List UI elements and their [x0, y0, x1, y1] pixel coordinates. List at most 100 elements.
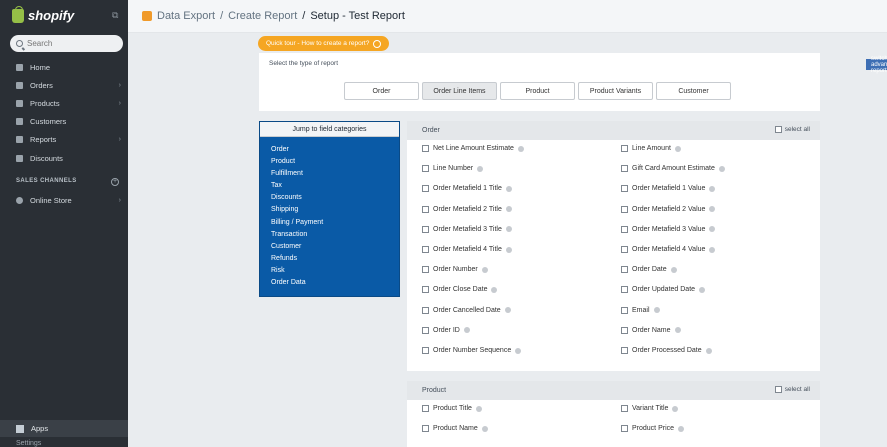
info-icon[interactable] [699, 286, 706, 293]
jump-link-shipping[interactable]: Shipping [271, 204, 399, 216]
field-product-name[interactable]: Product Name [422, 425, 488, 433]
field-variant-title[interactable]: Variant Title [621, 405, 679, 412]
quick-tour-button[interactable]: Quick tour - How to create a report? [258, 36, 390, 51]
jump-link-customer[interactable]: Customer [271, 241, 399, 253]
sidebar-item-orders[interactable]: Orders › [0, 77, 128, 93]
jump-link-order[interactable]: Order [271, 144, 399, 156]
jump-link-order-data[interactable]: Order Data [271, 277, 399, 289]
info-icon[interactable] [653, 307, 660, 314]
info-icon[interactable] [709, 226, 716, 233]
breadcrumb-app[interactable]: Data Export [157, 10, 215, 22]
field-order-metafield-4-value[interactable]: Order Metafield 4 Value [621, 246, 716, 253]
info-icon[interactable] [672, 405, 679, 412]
field-order-metafield-1-value[interactable]: Order Metafield 1 Value [621, 185, 716, 193]
field-checkbox[interactable] [422, 286, 429, 294]
field-checkbox[interactable] [621, 205, 628, 213]
external-link-icon[interactable]: ⧉ [112, 10, 118, 21]
field-checkbox[interactable] [621, 326, 628, 334]
jump-link-discounts[interactable]: Discounts [271, 192, 399, 204]
field-checkbox[interactable] [621, 347, 628, 354]
jump-link-tax[interactable]: Tax [271, 180, 399, 192]
field-checkbox[interactable] [621, 225, 628, 233]
select-all-checkbox[interactable] [774, 126, 782, 133]
field-checkbox[interactable] [422, 347, 429, 354]
field-order-metafield-2-value[interactable]: Order Metafield 2 Value [621, 205, 716, 213]
field-line-amount[interactable]: Line Amount [621, 145, 681, 152]
field-checkbox[interactable] [422, 246, 429, 253]
info-icon[interactable] [463, 327, 470, 334]
field-order-name[interactable]: Order Name [621, 326, 681, 334]
switch-advanced-button[interactable]: switch to advanced report [866, 56, 887, 74]
field-line-number[interactable]: Line Number [422, 165, 484, 173]
jump-link-fulfillment[interactable]: Fulfillment [271, 168, 399, 180]
field-checkbox[interactable] [422, 306, 429, 314]
breadcrumb-parent[interactable]: Create Report [228, 10, 297, 22]
field-order-metafield-3-title[interactable]: Order Metafield 3 Title [422, 225, 512, 233]
field-checkbox[interactable] [621, 405, 628, 412]
field-gift-card-amount-estimate[interactable]: Gift Card Amount Estimate [621, 165, 725, 173]
sidebar-item-reports[interactable]: Reports › [0, 132, 128, 148]
select-all-product[interactable]: select all [774, 386, 810, 393]
field-order-updated-date[interactable]: Order Updated Date [621, 286, 706, 294]
field-email[interactable]: Email [621, 306, 660, 314]
field-checkbox[interactable] [621, 306, 628, 314]
report-type-order-line-items[interactable]: Order Line Items [422, 82, 497, 100]
jump-link-billing-payment[interactable]: Billing / Payment [271, 217, 399, 229]
field-checkbox[interactable] [621, 145, 628, 152]
field-checkbox[interactable] [422, 145, 429, 152]
info-icon[interactable] [709, 246, 716, 253]
search-input[interactable] [27, 39, 117, 48]
info-icon[interactable] [678, 425, 685, 432]
report-type-customer[interactable]: Customer [656, 82, 731, 100]
field-checkbox[interactable] [621, 286, 628, 294]
field-checkbox[interactable] [422, 205, 429, 213]
jump-link-product[interactable]: Product [271, 156, 399, 168]
info-icon[interactable] [504, 307, 511, 314]
info-icon[interactable] [674, 327, 681, 334]
info-icon[interactable] [481, 425, 488, 432]
info-icon[interactable] [505, 226, 512, 233]
info-icon[interactable] [477, 165, 484, 172]
field-checkbox[interactable] [422, 185, 429, 193]
info-icon[interactable] [475, 405, 482, 412]
sidebar-item-customers[interactable]: Customers [0, 114, 128, 130]
field-product-price[interactable]: Product Price [621, 425, 685, 433]
info-icon[interactable] [505, 206, 512, 213]
select-all-order[interactable]: select all [774, 126, 810, 133]
field-net-line-amount-estimate[interactable]: Net Line Amount Estimate [422, 145, 524, 152]
field-checkbox[interactable] [621, 266, 628, 274]
sidebar-item-settings[interactable]: Settings [16, 440, 41, 447]
info-icon[interactable] [505, 246, 512, 253]
field-order-metafield-1-title[interactable]: Order Metafield 1 Title [422, 185, 512, 193]
sidebar-item-products[interactable]: Products › [0, 95, 128, 111]
sidebar-item-online-store[interactable]: Online Store › [0, 192, 128, 208]
field-order-close-date[interactable]: Order Close Date [422, 286, 498, 294]
info-icon[interactable] [718, 165, 725, 172]
info-icon[interactable] [517, 145, 524, 152]
field-order-cancelled-date[interactable]: Order Cancelled Date [422, 306, 511, 314]
field-order-metafield-4-title[interactable]: Order Metafield 4 Title [422, 246, 512, 253]
field-checkbox[interactable] [422, 165, 429, 173]
field-order-number-sequence[interactable]: Order Number Sequence [422, 347, 522, 354]
field-checkbox[interactable] [422, 326, 429, 334]
field-checkbox[interactable] [422, 425, 429, 433]
field-order-processed-date[interactable]: Order Processed Date [621, 347, 712, 354]
field-checkbox[interactable] [422, 225, 429, 233]
select-all-checkbox[interactable] [774, 386, 782, 393]
report-type-order[interactable]: Order [344, 82, 419, 100]
report-type-product-variants[interactable]: Product Variants [578, 82, 653, 100]
info-icon[interactable] [481, 266, 488, 273]
jump-link-risk[interactable]: Risk [271, 265, 399, 277]
field-product-title[interactable]: Product Title [422, 405, 482, 412]
jump-link-refunds[interactable]: Refunds [271, 253, 399, 265]
report-type-product[interactable]: Product [500, 82, 575, 100]
field-checkbox[interactable] [621, 185, 628, 193]
search-box[interactable] [10, 35, 123, 52]
field-order-date[interactable]: Order Date [621, 266, 677, 274]
field-order-id[interactable]: Order ID [422, 326, 470, 334]
sidebar-item-discounts[interactable]: Discounts [0, 150, 128, 166]
field-checkbox[interactable] [621, 246, 628, 253]
info-icon[interactable] [491, 286, 498, 293]
shopify-logo[interactable]: shopify [12, 5, 74, 23]
field-checkbox[interactable] [621, 425, 628, 433]
